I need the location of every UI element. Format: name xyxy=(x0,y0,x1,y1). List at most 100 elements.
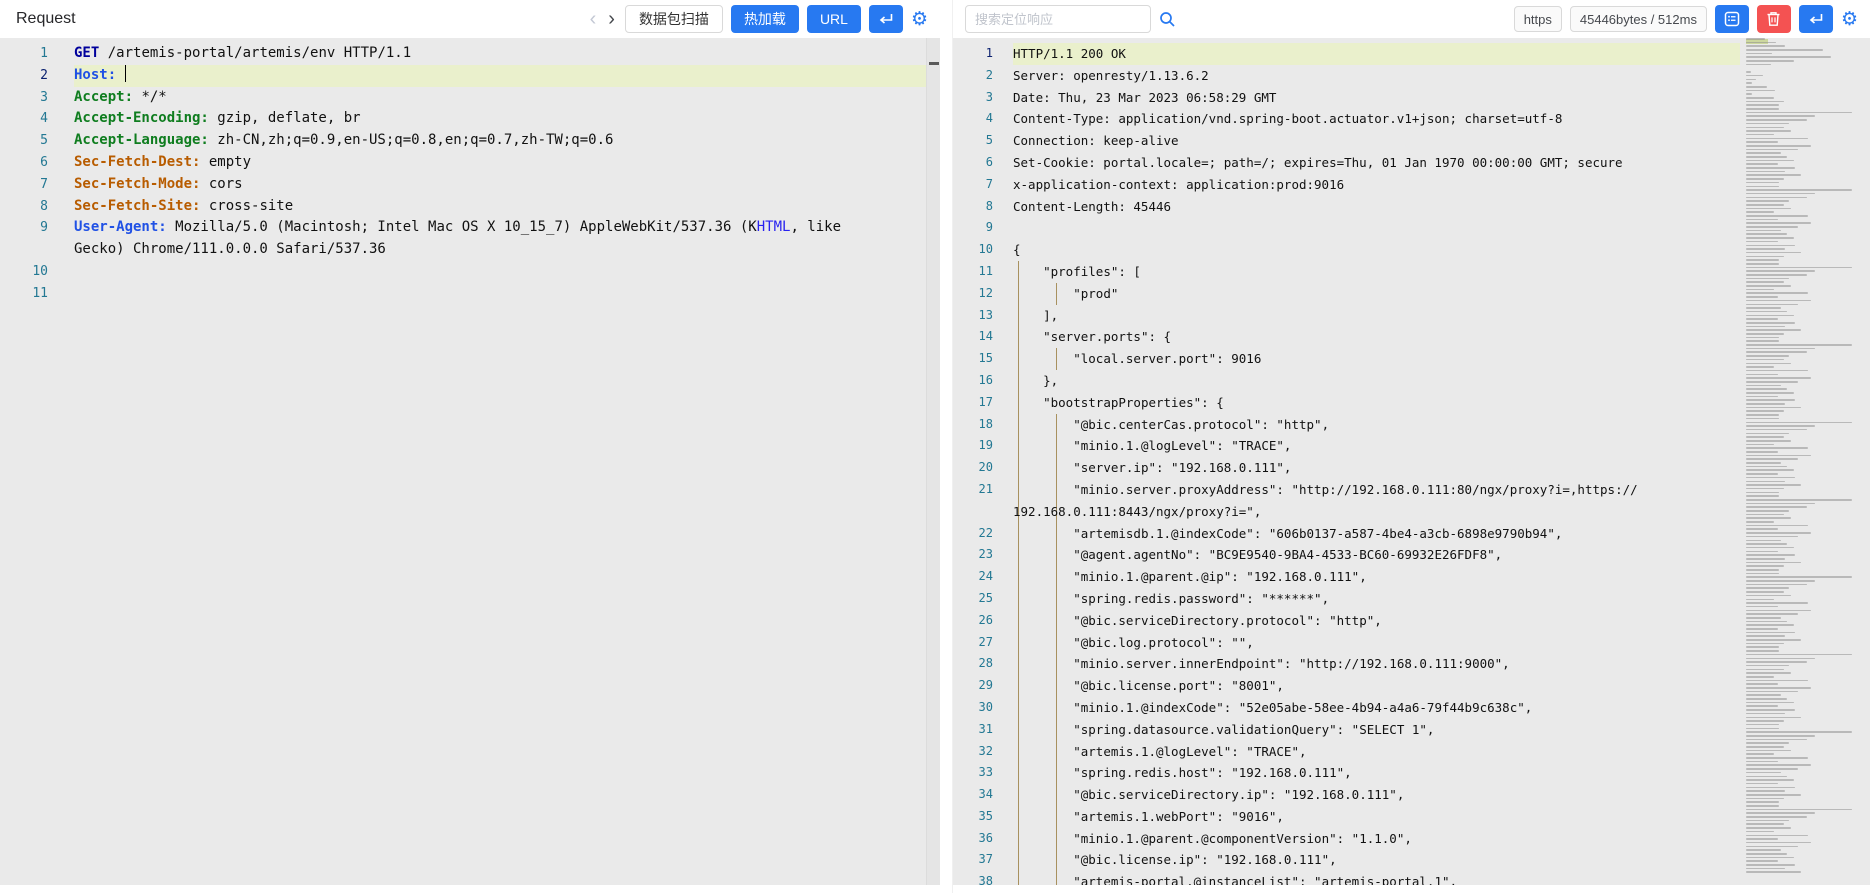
minimap-line xyxy=(1746,152,1781,154)
history-prev-icon[interactable]: ‹ xyxy=(588,9,599,29)
code-line[interactable]: 16 }, xyxy=(953,370,1870,392)
minimap-line xyxy=(1746,285,1791,287)
code-line[interactable]: 27 "@bic.log.protocol": "", xyxy=(953,632,1870,654)
trash-icon xyxy=(1766,11,1781,27)
code-line[interactable]: 13 ], xyxy=(953,305,1870,327)
code-line[interactable]: 10{ xyxy=(953,239,1870,261)
code-line[interactable]: 12 "prod" xyxy=(953,283,1870,305)
minimap-line xyxy=(1746,488,1784,490)
resend-request-button[interactable] xyxy=(1799,5,1833,33)
response-search-input[interactable] xyxy=(965,5,1151,33)
request-settings-gear-icon[interactable]: ⚙ xyxy=(911,10,928,29)
code-line[interactable]: 6Sec-Fetch-Dest: empty xyxy=(0,152,940,174)
minimap-line xyxy=(1746,842,1811,844)
code-line[interactable]: 1GET /artemis-portal/artemis/env HTTP/1.… xyxy=(0,43,940,65)
code-line[interactable]: 10 xyxy=(0,261,940,283)
packet-scan-button[interactable]: 数据包扫描 xyxy=(625,5,723,33)
code-line[interactable]: 8Content-Length: 45446 xyxy=(953,196,1870,218)
code-line[interactable]: 36 "minio.1.@parent.@componentVersion": … xyxy=(953,828,1870,850)
code-line[interactable]: 1HTTP/1.1 200 OK xyxy=(953,43,1870,65)
history-next-icon[interactable]: › xyxy=(606,9,617,29)
code-line[interactable]: 33 "spring.redis.host": "192.168.0.111", xyxy=(953,762,1870,784)
code-line[interactable]: 2Host: xyxy=(0,65,940,87)
code-line[interactable]: 21 "minio.server.proxyAddress": "http://… xyxy=(953,479,1870,523)
line-number: 19 xyxy=(953,435,993,457)
code-line[interactable]: 4Content-Type: application/vnd.spring-bo… xyxy=(953,108,1870,130)
minimap-line xyxy=(1746,643,1784,645)
code-line[interactable]: 37 "@bic.license.ip": "192.168.0.111", xyxy=(953,849,1870,871)
response-detail-button[interactable] xyxy=(1715,5,1749,33)
code-line[interactable]: 15 "local.server.port": 9016 xyxy=(953,348,1870,370)
minimap-line xyxy=(1746,189,1852,191)
request-editor[interactable]: 1GET /artemis-portal/artemis/env HTTP/1.… xyxy=(0,38,940,885)
code-line[interactable]: 20 "server.ip": "192.168.0.111", xyxy=(953,457,1870,479)
code-line[interactable]: 14 "server.ports": { xyxy=(953,326,1870,348)
code-line[interactable]: 18 "@bic.centerCas.protocol": "http", xyxy=(953,414,1870,436)
minimap-line xyxy=(1746,584,1807,586)
minimap-line xyxy=(1746,38,1765,40)
minimap-line xyxy=(1746,665,1789,667)
code-line[interactable]: 29 "@bic.license.port": "8001", xyxy=(953,675,1870,697)
minimap-line xyxy=(1746,425,1815,427)
code-line[interactable]: 9 xyxy=(953,217,1870,239)
code-line[interactable]: 32 "artemis.1.@logLevel": "TRACE", xyxy=(953,741,1870,763)
minimap-line xyxy=(1746,304,1798,306)
code-line[interactable]: 28 "minio.server.innerEndpoint": "http:/… xyxy=(953,653,1870,675)
code-line[interactable]: 24 "minio.1.@parent.@ip": "192.168.0.111… xyxy=(953,566,1870,588)
line-number: 28 xyxy=(953,653,993,675)
code-line[interactable]: 7x-application-context: application:prod… xyxy=(953,174,1870,196)
line-number: 30 xyxy=(953,697,993,719)
code-line[interactable]: 34 "@bic.serviceDirectory.ip": "192.168.… xyxy=(953,784,1870,806)
code-line[interactable]: 35 "artemis.1.webPort": "9016", xyxy=(953,806,1870,828)
code-line[interactable]: 4Accept-Encoding: gzip, deflate, br xyxy=(0,108,940,130)
minimap-line xyxy=(1746,145,1811,147)
code-line[interactable]: 8Sec-Fetch-Site: cross-site xyxy=(0,196,940,218)
hot-reload-button[interactable]: 热加载 xyxy=(731,5,799,33)
panel-divider[interactable] xyxy=(940,0,952,893)
minimap-line xyxy=(1746,536,1798,538)
send-request-button[interactable] xyxy=(869,5,903,33)
minimap-line xyxy=(1746,68,1750,70)
code-line[interactable]: 23 "@agent.agentNo": "BC9E9540-9BA4-4533… xyxy=(953,544,1870,566)
protocol-badge: https xyxy=(1514,6,1562,32)
code-line[interactable]: 25 "spring.redis.password": "******", xyxy=(953,588,1870,610)
minimap[interactable] xyxy=(1746,38,1858,885)
line-text: HTTP/1.1 200 OK xyxy=(1013,43,1638,65)
minimap-line xyxy=(1746,141,1778,143)
code-line[interactable]: 38 "artemis-portal.@instanceList": "arte… xyxy=(953,871,1870,885)
minimap-line xyxy=(1746,628,1778,630)
clear-response-button[interactable] xyxy=(1757,5,1791,33)
minimap-line xyxy=(1746,868,1785,870)
minimap-line xyxy=(1746,440,1791,442)
code-line[interactable]: 11 "profiles": [ xyxy=(953,261,1870,283)
code-line[interactable]: 5Connection: keep-alive xyxy=(953,130,1870,152)
minimap-line xyxy=(1746,823,1784,825)
code-line[interactable]: 3Accept: */* xyxy=(0,87,940,109)
minimap-line xyxy=(1746,835,1808,837)
line-number: 3 xyxy=(953,87,993,109)
response-editor[interactable]: 1HTTP/1.1 200 OK2Server: openresty/1.13.… xyxy=(953,38,1870,885)
minimap-line xyxy=(1746,728,1779,730)
code-line[interactable]: 22 "artemisdb.1.@indexCode": "606b0137-a… xyxy=(953,523,1870,545)
minimap-line xyxy=(1746,694,1781,696)
search-icon[interactable] xyxy=(1159,11,1176,28)
code-line[interactable]: 9User-Agent: Mozilla/5.0 (Macintosh; Int… xyxy=(0,217,940,261)
code-line[interactable]: 6Set-Cookie: portal.locale=; path=/; exp… xyxy=(953,152,1870,174)
code-line[interactable]: 5Accept-Language: zh-CN,zh;q=0.9,en-US;q… xyxy=(0,130,940,152)
minimap-line xyxy=(1746,691,1798,693)
code-line[interactable]: 31 "spring.datasource.validationQuery": … xyxy=(953,719,1870,741)
response-settings-gear-icon[interactable]: ⚙ xyxy=(1841,10,1858,29)
code-line[interactable]: 30 "minio.1.@indexCode": "52e05abe-58ee-… xyxy=(953,697,1870,719)
code-line[interactable]: 11 xyxy=(0,283,940,305)
code-line[interactable]: 17 "bootstrapProperties": { xyxy=(953,392,1870,414)
line-number: 35 xyxy=(953,806,993,828)
code-line[interactable]: 3Date: Thu, 23 Mar 2023 06:58:29 GMT xyxy=(953,87,1870,109)
minimap-line xyxy=(1746,846,1798,848)
code-line[interactable]: 19 "minio.1.@logLevel": "TRACE", xyxy=(953,435,1870,457)
line-text: "@bic.serviceDirectory.protocol": "http"… xyxy=(1013,610,1638,632)
url-button[interactable]: URL xyxy=(807,5,861,33)
code-line[interactable]: 26 "@bic.serviceDirectory.protocol": "ht… xyxy=(953,610,1870,632)
code-line[interactable]: 7Sec-Fetch-Mode: cors xyxy=(0,174,940,196)
line-body: "spring.datasource.validationQuery": "SE… xyxy=(1013,719,1740,741)
code-line[interactable]: 2Server: openresty/1.13.6.2 xyxy=(953,65,1870,87)
